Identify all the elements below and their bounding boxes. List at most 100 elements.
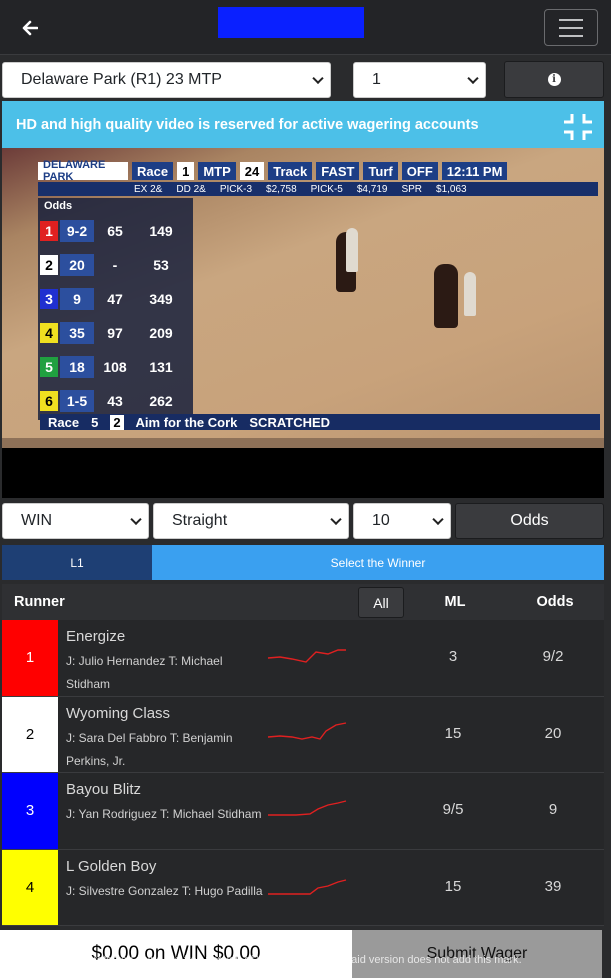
saddle-cloth[interactable]: 1: [2, 620, 58, 696]
bet-type-select[interactable]: WIN: [2, 503, 149, 539]
runner-row[interactable]: 4 L Golden Boy J: Silvestre Gonzalez T: Hu…: [2, 849, 604, 926]
runner-table-header: Runner All ML Odds: [2, 584, 604, 620]
person-figure: [464, 272, 476, 316]
board-odds: 35: [60, 322, 94, 344]
video-spr-label: SPR: [401, 183, 423, 195]
bet-amount-value: 10: [372, 512, 390, 529]
race-video[interactable]: DELAWARE PARK Race 1 MTP 24 Track FAST T…: [2, 148, 604, 448]
board-pp: 6: [40, 391, 58, 411]
tab-l1[interactable]: L1: [2, 545, 152, 580]
video-controls-area: [2, 448, 604, 498]
arrow-left-icon[interactable]: [18, 16, 42, 40]
runner-morning-line: 15: [444, 877, 462, 895]
runner-number: 2: [25, 725, 35, 743]
runner-number: 4: [25, 878, 35, 896]
odds-trend-sparkline: [267, 721, 347, 740]
saddle-cloth[interactable]: 3: [2, 773, 58, 849]
board-row: 2 20 - 53: [38, 248, 193, 282]
ticker-horse: Aim for the Cork: [135, 414, 238, 430]
runner-name: Wyoming Class: [66, 704, 171, 722]
saddle-cloth[interactable]: 4: [2, 849, 58, 925]
board-row: 5 18 108 131: [38, 350, 193, 384]
video-mtp: 24: [239, 162, 265, 180]
header-ml: ML: [444, 594, 466, 610]
board-ex: 97: [107, 325, 123, 341]
board-pp: 4: [40, 323, 58, 343]
chevron-down-icon: [330, 513, 342, 526]
runner-jockey-trainer: J: Silvestre Gonzalez T: Hugo Padilla: [66, 883, 263, 898]
hamburger-icon[interactable]: [544, 9, 598, 46]
runner-name: L Golden Boy: [66, 857, 157, 875]
board-row: 3 9 47 349: [38, 282, 193, 316]
runner-odds: 9: [548, 801, 558, 818]
board-ex: 108: [103, 359, 127, 375]
runner-row[interactable]: 2 Wyoming Class J: Sara Del Fabbro T: Benj…: [2, 696, 604, 773]
bet-style-value: Straight: [172, 512, 228, 529]
race-select[interactable]: Delaware Park (R1) 23 MTP: [2, 62, 331, 98]
ticker-label: Race: [48, 414, 80, 430]
board-dd: 349: [149, 291, 173, 307]
chevron-down-icon: [130, 513, 142, 526]
video-race-label: Race: [132, 162, 174, 180]
board-dd: 262: [149, 393, 173, 409]
runner-name: Bayou Blitz: [66, 781, 142, 798]
ticker-status: SCRATCHED: [249, 414, 331, 430]
board-dd: 131: [149, 359, 173, 375]
runner-morning-line: 15: [444, 724, 462, 742]
info-button[interactable]: i: [504, 61, 604, 98]
video-track-name: DELAWARE PARK: [38, 159, 128, 183]
race-number-select[interactable]: 1: [353, 62, 486, 98]
video-track-condition: FAST: [316, 162, 360, 180]
video-pick5-label: PICK-5: [310, 183, 343, 195]
odds-trend-sparkline: [268, 800, 347, 816]
person-figure: [346, 228, 358, 272]
video-odds-board: Odds 1 9-2 65 149 2 20 - 53 3 9 47 349 4 35 97 209 5 18 10…: [38, 198, 193, 420]
runner-odds: 20: [544, 724, 562, 742]
board-pp: 1: [40, 221, 58, 241]
board-dd: 53: [153, 257, 169, 273]
video-scoreboard: DELAWARE PARK Race 1 MTP 24 Track FAST T…: [38, 159, 598, 196]
runner-row[interactable]: 1 Energize J: Julio Hernandez T: Michael S…: [2, 620, 604, 697]
ticker-race: 5: [91, 414, 99, 430]
info-icon: i: [547, 73, 561, 86]
race-select-value: Delaware Park (R1) 23 MTP: [21, 71, 222, 88]
runner-morning-line: 3: [448, 648, 458, 665]
select-all-button[interactable]: All: [358, 587, 404, 618]
video-odds-label: Odds: [44, 200, 73, 212]
runner-jockey-trainer: J: Yan Rodriguez T: Michael Stidham: [66, 807, 262, 821]
runner-number: 3: [25, 802, 35, 820]
chevron-down-icon: [467, 72, 479, 85]
horse-figure: [434, 264, 458, 328]
board-odds: 18: [60, 356, 94, 378]
runner-name: Energize: [66, 628, 126, 645]
top-bar: [0, 0, 611, 55]
board-row: 1 9-2 65 149: [38, 214, 193, 248]
runner-jockey-trainer: J: Sara Del Fabbro T: Benjamin Perkins, …: [66, 730, 233, 768]
chevron-down-icon: [432, 513, 444, 526]
collapse-icon[interactable]: [562, 112, 594, 142]
saddle-cloth[interactable]: 2: [2, 696, 58, 772]
watermark-text: Protected using the free version of Wate…: [86, 954, 522, 966]
odds-trend-sparkline: [268, 878, 347, 895]
video-spr: $1,063: [436, 183, 467, 195]
brand-logo[interactable]: [218, 7, 364, 38]
board-odds: 9: [60, 288, 94, 310]
bet-amount-select[interactable]: 10: [353, 503, 451, 539]
odds-trend-sparkline: [267, 649, 346, 663]
video-mtp-label: MTP: [198, 162, 236, 180]
bet-style-select[interactable]: Straight: [153, 503, 349, 539]
board-row: 6 1-5 43 262: [38, 384, 193, 418]
board-ex: 47: [107, 291, 123, 307]
video-post-time: 12:11 PM: [441, 162, 508, 180]
video-quality-notice: HD and high quality video is reserved fo…: [2, 101, 604, 148]
odds-button[interactable]: Odds: [455, 503, 604, 539]
runner-jockey-trainer: J: Julio Hernandez T: Michael Stidham: [66, 654, 223, 691]
video-dd-label: DD 2&: [176, 183, 206, 195]
board-dd: 149: [149, 223, 173, 239]
runner-row[interactable]: 3 Bayou Blitz J: Yan Rodriguez T: Michael …: [2, 773, 604, 850]
video-track-label: Track: [268, 162, 313, 180]
runner-list: 1 Energize J: Julio Hernandez T: Michael S…: [2, 620, 604, 930]
tab-select-winner[interactable]: Select the Winner: [152, 545, 604, 580]
header-odds: Odds: [536, 594, 574, 610]
bet-type-value: WIN: [21, 512, 53, 529]
